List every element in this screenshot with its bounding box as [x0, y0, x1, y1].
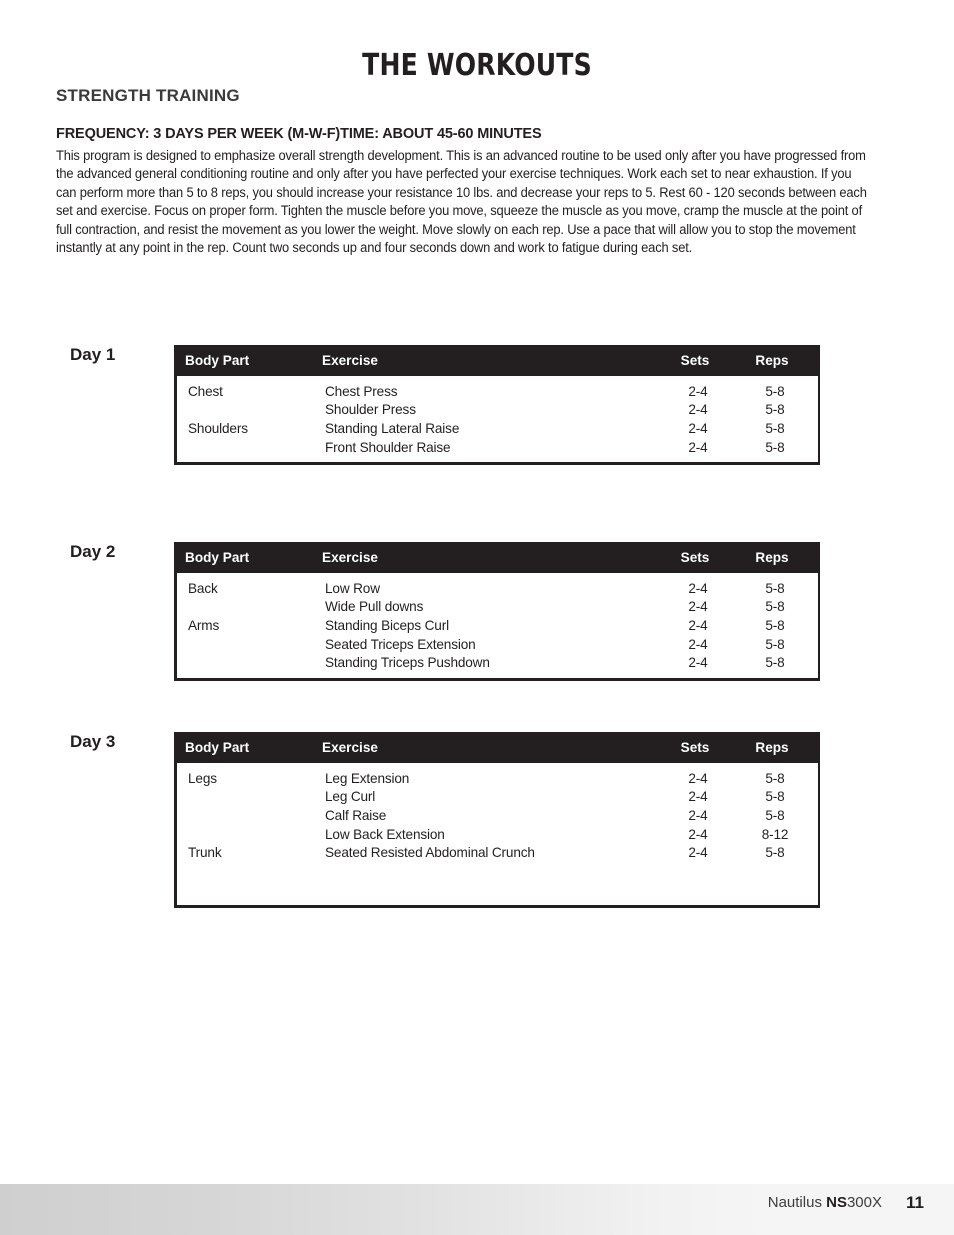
- table-row: Seated Triceps Extension 2-4 5-8: [177, 635, 818, 654]
- table-row: Trunk Seated Resisted Abdominal Crunch 2-4…: [177, 843, 818, 862]
- cell-sets: 2-4: [688, 402, 708, 418]
- table-row: Chest Chest Press 2-4 5-8: [177, 382, 818, 401]
- cell-exercise: Standing Triceps Pushdown: [325, 655, 490, 671]
- cell-exercise: Low Back Extension: [325, 826, 445, 842]
- table-row: Shoulder Press 2-4 5-8: [177, 401, 818, 420]
- cell-sets: 2-4: [688, 599, 708, 615]
- cell-body-part: Shoulders: [188, 420, 248, 436]
- cell-body-part: Chest: [188, 383, 223, 399]
- table-row: Standing Triceps Pushdown 2-4 5-8: [177, 653, 818, 672]
- table-row: Legs Leg Extension 2-4 5-8: [177, 769, 818, 788]
- cell-reps: 5-8: [765, 402, 785, 418]
- footer-brand-name: Nautilus: [767, 1194, 827, 1211]
- column-header-sets: Sets: [680, 353, 710, 368]
- cell-reps: 5-8: [765, 617, 785, 633]
- cell-exercise: Standing Lateral Raise: [325, 420, 460, 436]
- cell-sets: 2-4: [688, 845, 708, 861]
- cell-sets: 2-4: [688, 789, 708, 805]
- table-row: Low Back Extension 2-4 8-12: [177, 825, 818, 844]
- cell-exercise: Seated Triceps Extension: [325, 636, 476, 652]
- column-header-reps: Reps: [755, 550, 789, 565]
- table-body: Legs Leg Extension 2-4 5-8 Leg Curl 2-4 5-8 Cal…: [174, 763, 820, 909]
- cell-body-part: Legs: [188, 770, 217, 786]
- cell-reps: 5-8: [765, 655, 785, 671]
- cell-reps: 5-8: [765, 789, 785, 805]
- page-title: THE WORKOUTS: [362, 48, 592, 83]
- cell-exercise: Chest Press: [325, 383, 398, 399]
- section-heading: STRENGTH TRAINING: [56, 86, 240, 105]
- cell-reps: 5-8: [765, 383, 785, 399]
- cell-reps: 5-8: [765, 580, 785, 596]
- table-row: Back Low Row 2-4 5-8: [177, 579, 818, 598]
- cell-exercise: Leg Extension: [325, 770, 410, 786]
- cell-reps: 5-8: [765, 439, 785, 455]
- table-body: Back Low Row 2-4 5-8 Wide Pull downs 2-4 5-8 Ar…: [174, 573, 820, 681]
- cell-sets: 2-4: [688, 807, 708, 823]
- column-header-body-part: Body Part: [185, 353, 250, 368]
- table-row: Shoulders Standing Lateral Raise 2-4 5-8: [177, 419, 818, 438]
- day-label: Day 3: [70, 732, 116, 751]
- cell-exercise: Calf Raise: [325, 807, 387, 823]
- cell-reps: 5-8: [765, 845, 785, 861]
- table-body: Chest Chest Press 2-4 5-8 Shoulder Press 2-4 5…: [174, 376, 820, 466]
- cell-reps: 5-8: [765, 807, 785, 823]
- cell-sets: 2-4: [688, 420, 708, 436]
- cell-body-part: Trunk: [188, 845, 222, 861]
- footer-model-prefix: NS: [826, 1194, 847, 1211]
- cell-sets: 2-4: [688, 439, 708, 455]
- intro-paragraph: This program is designed to emphasize ov…: [56, 148, 867, 256]
- column-header-body-part: Body Part: [185, 740, 250, 755]
- column-header-sets: Sets: [680, 740, 710, 755]
- cell-exercise: Front Shoulder Raise: [325, 439, 451, 455]
- table-header-row: Body Part Exercise Sets Reps: [174, 542, 820, 573]
- cell-body-part: Arms: [188, 617, 220, 633]
- cell-reps: 5-8: [765, 420, 785, 436]
- table-row: Leg Curl 2-4 5-8: [177, 788, 818, 807]
- table-header-row: Body Part Exercise Sets Reps: [174, 345, 820, 376]
- table-row: Front Shoulder Raise 2-4 5-8: [177, 438, 818, 457]
- cell-exercise: Low Row: [325, 580, 380, 596]
- cell-exercise: Seated Resisted Abdominal Crunch: [325, 845, 535, 861]
- column-header-reps: Reps: [755, 740, 789, 755]
- table-row: Arms Standing Biceps Curl 2-4 5-8: [177, 616, 818, 635]
- column-header-sets: Sets: [680, 550, 710, 565]
- column-header-exercise: Exercise: [322, 550, 378, 565]
- cell-sets: 2-4: [688, 580, 708, 596]
- table-row: Calf Raise 2-4 5-8: [177, 806, 818, 825]
- cell-reps: 5-8: [765, 770, 785, 786]
- column-header-exercise: Exercise: [322, 353, 378, 368]
- column-header-exercise: Exercise: [322, 740, 378, 755]
- column-header-reps: Reps: [755, 353, 789, 368]
- cell-exercise: Leg Curl: [325, 789, 376, 805]
- cell-exercise: Standing Biceps Curl: [325, 617, 449, 633]
- cell-reps: 5-8: [765, 636, 785, 652]
- cell-sets: 2-4: [688, 655, 708, 671]
- cell-reps: 5-8: [765, 599, 785, 615]
- day-label: Day 2: [70, 542, 116, 561]
- cell-body-part: Back: [188, 580, 218, 596]
- table-row: Wide Pull downs 2-4 5-8: [177, 598, 818, 617]
- day-label: Day 1: [70, 345, 116, 364]
- cell-reps: 8-12: [761, 826, 789, 842]
- footer-model-suffix: 300X: [846, 1194, 882, 1211]
- cell-sets: 2-4: [688, 826, 708, 842]
- page-number: 11: [906, 1193, 924, 1212]
- frequency-heading: FREQUENCY: 3 DAYS PER WEEK (M-W-F)TIME: …: [56, 125, 542, 142]
- column-header-body-part: Body Part: [185, 550, 250, 565]
- cell-sets: 2-4: [688, 383, 708, 399]
- document-page: THE WORKOUTS STRENGTH TRAINING FREQUENCY…: [0, 0, 954, 1235]
- cell-sets: 2-4: [688, 617, 708, 633]
- cell-sets: 2-4: [688, 770, 708, 786]
- table-header-row: Body Part Exercise Sets Reps: [174, 732, 820, 763]
- cell-exercise: Shoulder Press: [325, 402, 416, 418]
- cell-sets: 2-4: [688, 636, 708, 652]
- cell-exercise: Wide Pull downs: [325, 599, 424, 615]
- footer-brand: Nautilus NS300X: [768, 1194, 882, 1211]
